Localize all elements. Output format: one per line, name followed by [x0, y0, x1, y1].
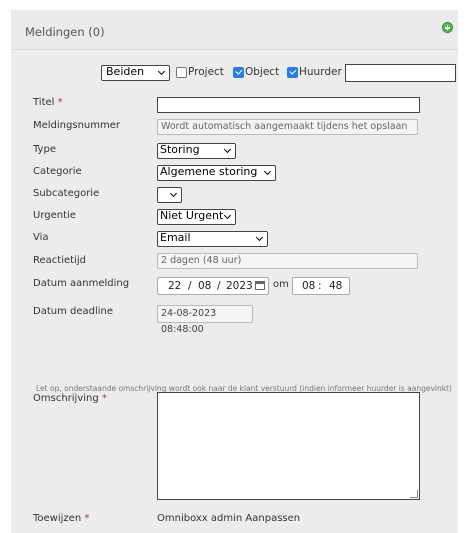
scope-select-value: Beiden — [106, 65, 145, 78]
chevron-down-icon — [223, 145, 233, 155]
type-select-value: Storing — [160, 143, 200, 156]
time-minute[interactable]: 48 — [329, 278, 342, 294]
datum-deadline-label: Datum deadline — [33, 306, 114, 317]
aanpassen-link[interactable]: Aanpassen — [245, 513, 300, 524]
via-select[interactable]: Email — [157, 231, 268, 247]
meldingen-panel: Meldingen (0) Beiden Project Object Huur… — [11, 10, 458, 533]
via-label: Via — [33, 232, 49, 243]
filter-search-input[interactable] — [345, 64, 456, 82]
titel-input[interactable] — [157, 97, 420, 113]
datum-deadline-field: 24-08-2023 08:48:00 — [157, 305, 253, 335]
chevron-down-icon — [255, 233, 265, 243]
toewijzen-value: Omniboxx admin Aanpassen — [157, 513, 300, 524]
categorie-select[interactable]: Algemene storing — [157, 165, 276, 181]
reactietijd-label: Reactietijd — [33, 255, 86, 266]
urgentie-select[interactable]: Niet Urgent — [157, 209, 236, 225]
categorie-label: Categorie — [33, 166, 82, 177]
resize-grip-icon[interactable] — [410, 490, 418, 498]
time-sep: : — [318, 280, 322, 292]
assignee-name: Omniboxx admin — [157, 513, 243, 524]
calendar-icon[interactable] — [255, 281, 265, 290]
tijd-aanmelding-input[interactable]: 08 : 48 — [292, 277, 350, 295]
titel-label: Titel * — [33, 97, 63, 108]
date-sep-2: / — [217, 280, 221, 292]
date-year[interactable]: 2023 — [226, 278, 253, 294]
subcategorie-label: Subcategorie — [33, 188, 100, 199]
date-sep-1: / — [188, 280, 192, 292]
type-label: Type — [33, 144, 56, 155]
project-checkbox[interactable] — [176, 67, 187, 78]
scope-select[interactable]: Beiden — [101, 65, 170, 81]
omschrijving-textarea[interactable] — [157, 392, 420, 500]
subcategorie-select[interactable] — [157, 187, 182, 203]
time-hour[interactable]: 08 — [302, 278, 315, 294]
urgentie-select-value: Niet Urgent — [160, 209, 224, 222]
meldingsnummer-field: Wordt automatisch aangemaakt tijdens het… — [157, 119, 418, 135]
via-select-value: Email — [160, 231, 191, 244]
project-checkbox-label: Project — [188, 66, 224, 78]
object-checkbox[interactable] — [233, 67, 244, 78]
meldingsnummer-label: Meldingsnummer — [33, 120, 121, 131]
object-checkbox-label: Object — [245, 66, 280, 78]
type-select[interactable]: Storing — [157, 143, 236, 159]
huurder-checkbox-label: Huurder — [299, 66, 342, 78]
urgentie-label: Urgentie — [33, 210, 76, 221]
panel-header: Meldingen (0) — [11, 10, 458, 50]
datum-aanmelding-label: Datum aanmelding — [33, 278, 130, 289]
chevron-down-icon — [157, 67, 167, 77]
categorie-select-value: Algemene storing — [160, 165, 258, 178]
chevron-down-icon — [169, 189, 179, 199]
plus-circle-icon[interactable] — [442, 22, 453, 33]
omschrijving-label: Omschrijving * — [33, 393, 107, 404]
toewijzen-label: Toewijzen * — [33, 513, 90, 524]
reactietijd-field: 2 dagen (48 uur) — [157, 253, 418, 269]
huurder-checkbox[interactable] — [287, 67, 298, 78]
date-day[interactable]: 22 — [168, 278, 181, 294]
panel-title: Meldingen (0) — [25, 25, 105, 39]
om-label: om — [273, 279, 289, 290]
date-month[interactable]: 08 — [198, 278, 211, 294]
datum-aanmelding-input[interactable]: 22 / 08 / 2023 — [157, 277, 269, 295]
chevron-down-icon — [223, 211, 233, 221]
chevron-down-icon — [263, 167, 273, 177]
